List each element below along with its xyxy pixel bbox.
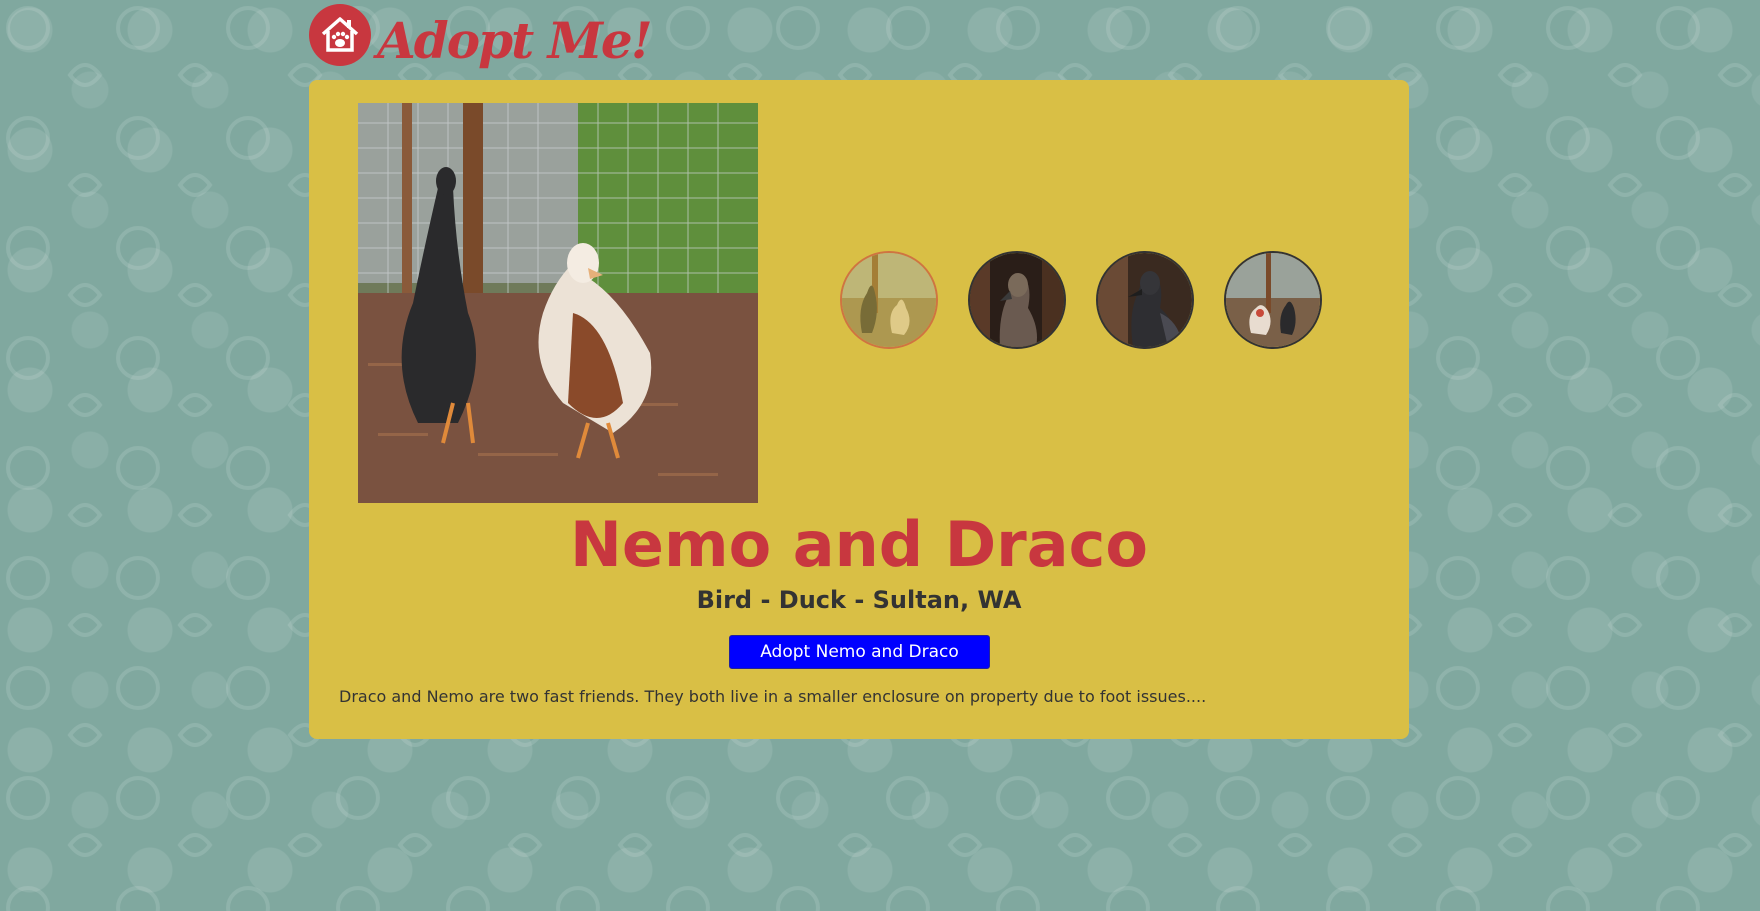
pet-description: Draco and Nemo are two fast friends. The… xyxy=(339,687,1207,706)
photo-thumbnails xyxy=(840,251,1322,349)
thumbnail-3[interactable] xyxy=(1096,251,1194,349)
hero-photo xyxy=(358,103,758,503)
pet-name-heading: Nemo and Draco xyxy=(570,508,1148,581)
adopt-button[interactable]: Adopt Nemo and Draco xyxy=(729,635,990,669)
pet-meta-subheading: Bird - Duck - Sultan, WA xyxy=(696,586,1022,614)
site-logo-text[interactable]: Adopt Me! xyxy=(377,6,653,76)
thumbnail-1[interactable] xyxy=(840,251,938,349)
pet-details-card: Nemo and Draco Bird - Duck - Sultan, WA … xyxy=(309,80,1409,739)
house-paw-icon[interactable] xyxy=(309,4,371,66)
thumbnail-2[interactable] xyxy=(968,251,1066,349)
site-header: Adopt Me! xyxy=(309,4,653,80)
thumbnail-4[interactable] xyxy=(1224,251,1322,349)
